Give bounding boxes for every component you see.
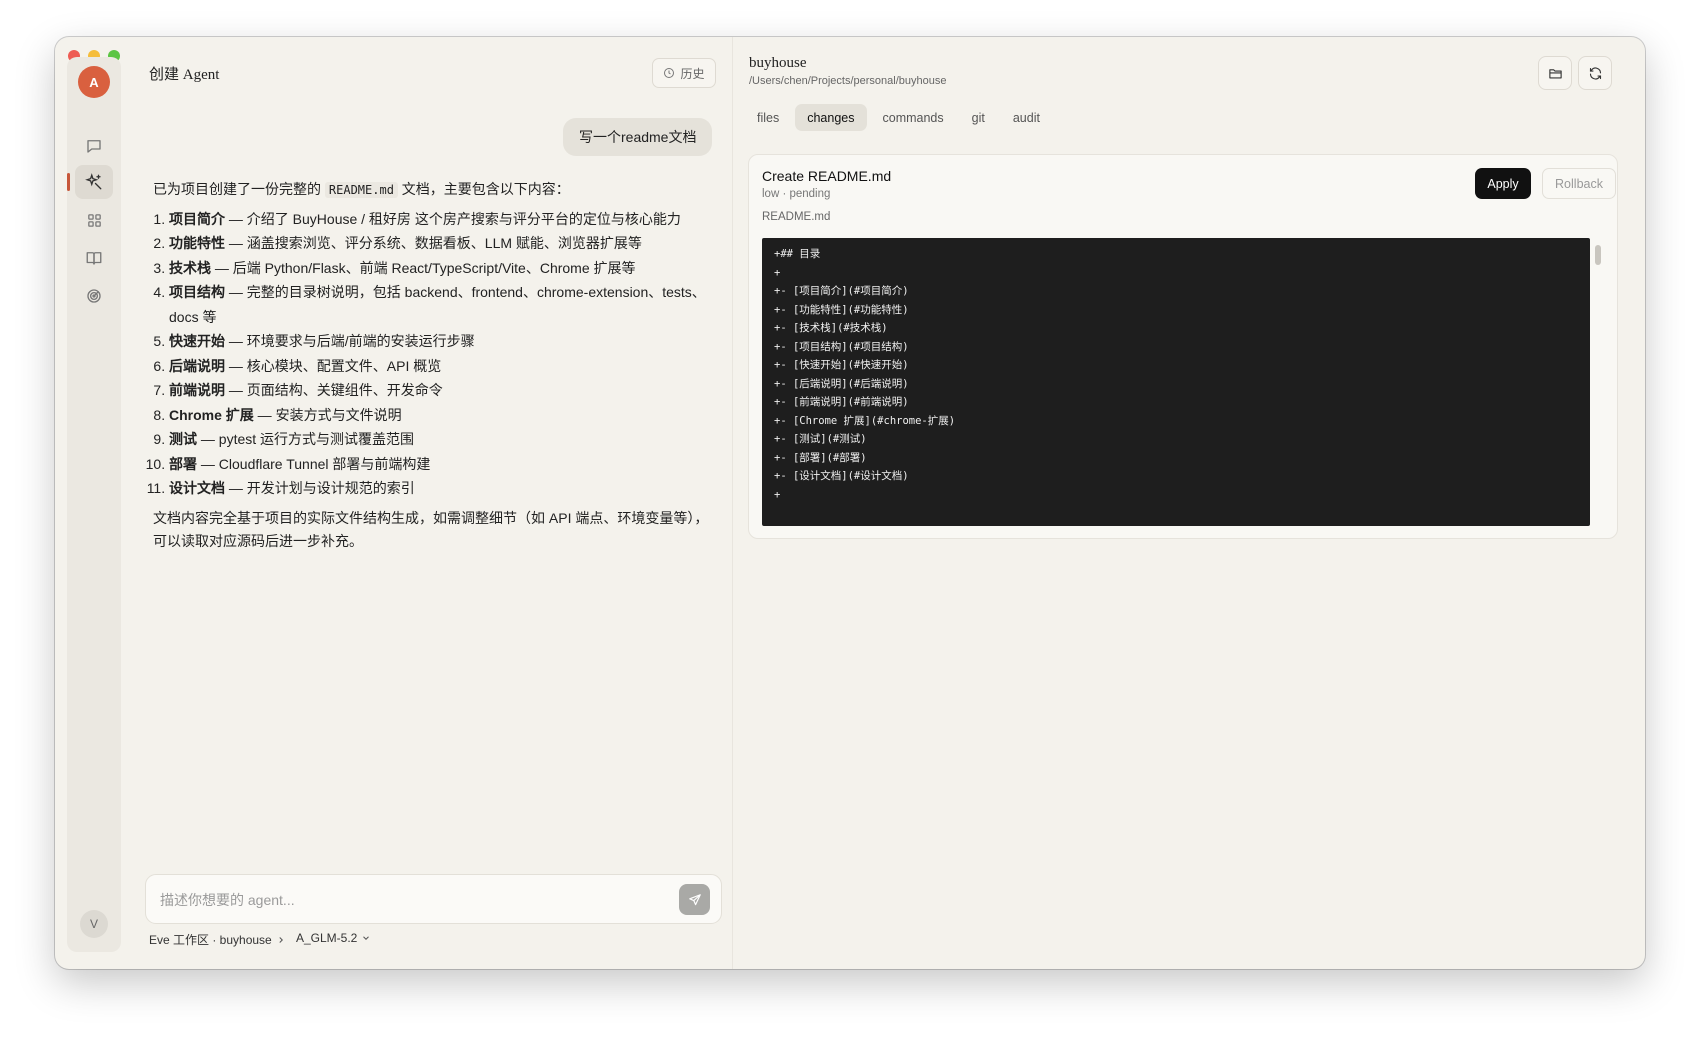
list-item: 测试 — pytest 运行方式与测试覆盖范围	[169, 427, 713, 452]
sparkle-agent-icon	[85, 173, 102, 190]
agent-prompt-input[interactable]	[158, 887, 652, 913]
agent-chat-panel: 创建 Agent 历史 写一个readme文档 已为项目创建了一份完整的 REA…	[133, 37, 733, 969]
refresh-icon	[1589, 67, 1601, 79]
diff-line: +- [后端说明](#后端说明)	[774, 377, 909, 390]
model-selector[interactable]: A_GLM-5.2	[296, 931, 371, 945]
avatar[interactable]: A	[78, 66, 110, 98]
sidebar-item-chat[interactable]	[75, 129, 113, 163]
send-button[interactable]	[679, 884, 710, 915]
list-item: 项目简介 — 介绍了 BuyHouse / 租好房 这个房产搜索与评分平台的定位…	[169, 207, 713, 232]
chevron-down-icon	[363, 936, 370, 940]
list-item: 快速开始 — 环境要求与后端/前端的安装运行步骤	[169, 329, 713, 354]
clock-icon	[664, 68, 675, 78]
reply-intro-text: 已为项目创建了一份完整的	[153, 181, 325, 197]
list-item: 前端说明 — 页面结构、关键组件、开发命令	[169, 378, 713, 403]
sidebar-item-apps[interactable]	[75, 203, 113, 237]
workspace-selector[interactable]: Eve 工作区 · buyhouse	[149, 931, 286, 948]
folder-icon	[1548, 68, 1562, 78]
diff-line: +- [项目简介](#项目简介)	[774, 285, 909, 297]
user-message: 写一个readme文档	[563, 118, 713, 156]
diff-line: +## 目录	[774, 248, 821, 260]
radar-icon	[87, 289, 101, 303]
diff-line: +- [功能特性](#功能特性)	[774, 303, 909, 316]
chevron-right-icon	[279, 936, 283, 943]
apply-button[interactable]: Apply	[1475, 168, 1531, 199]
diff-line: +- [快速开始](#快速开始)	[774, 359, 909, 371]
sidebar-item-radar[interactable]	[75, 279, 113, 313]
list-item: 设计文档 — 开发计划与设计规范的索引	[169, 476, 713, 501]
sidebar-item-create-agent[interactable]	[67, 165, 113, 199]
tab-files[interactable]: files	[745, 104, 791, 131]
page-title: 创建 Agent	[149, 67, 220, 83]
model-label: A_GLM-5.2	[296, 931, 358, 945]
sidebar-rail: A V	[67, 57, 121, 952]
rollback-button[interactable]: Rollback	[1542, 168, 1616, 199]
list-item: 部署 — Cloudflare Tunnel 部署与前端构建	[169, 452, 713, 477]
diff-line: +- [Chrome 扩展](#chrome-扩展)	[774, 414, 956, 427]
diff-line: +- [前端说明](#前端说明)	[774, 396, 909, 408]
history-label: 历史	[680, 66, 705, 81]
tab-commands[interactable]: commands	[871, 104, 956, 131]
history-button[interactable]: 历史	[652, 58, 716, 88]
open-folder-button[interactable]	[1538, 56, 1572, 90]
book-icon	[86, 252, 102, 265]
list-item: 后端说明 — 核心模块、配置文件、API 概览	[169, 354, 713, 379]
diff-line: +- [测试](#测试)	[774, 433, 867, 445]
chat-icon	[87, 140, 101, 153]
send-icon	[688, 893, 701, 905]
user-avatar[interactable]: V	[80, 910, 108, 938]
app-window: A V 创建 Agent 历史 写一个readme文档 已为项目创建了一份完整的…	[55, 37, 1645, 969]
diff-line: +	[774, 266, 781, 279]
diff-line: +	[774, 488, 781, 501]
diff-line: +- [设计文档](#设计文档)	[774, 470, 909, 482]
project-panel: buyhouse /Users/chen/Projects/personal/b…	[733, 37, 1645, 969]
tab-changes[interactable]: changes	[795, 104, 867, 131]
reply-intro: 已为项目创建了一份完整的 README.md 文档，主要包含以下内容：	[153, 177, 713, 203]
change-title: Create README.md	[762, 168, 892, 184]
project-name: buyhouse	[749, 55, 807, 71]
agent-prompt-box	[145, 874, 722, 924]
diff-line: +- [技术栈](#技术栈)	[774, 322, 888, 334]
reply-intro-text-after: 文档，主要包含以下内容：	[397, 181, 570, 197]
diff-line: +- [部署](#部署)	[774, 451, 867, 464]
change-card: Create README.md low · pending README.md…	[748, 154, 1618, 539]
tab-audit[interactable]: audit	[1001, 104, 1052, 131]
sidebar-item-library[interactable]	[75, 241, 113, 275]
workspace-label: Eve 工作区 · buyhouse	[149, 933, 272, 947]
tab-git[interactable]: git	[960, 104, 997, 131]
diff-viewer: +## 目录 + +- [项目简介](#项目简介) +- [功能特性](#功能特…	[762, 238, 1590, 526]
reply-intro-code: README.md	[324, 182, 398, 198]
tab-bar: files changes commands git audit	[745, 104, 1052, 131]
grid-apps-icon	[87, 213, 101, 227]
change-file-name: README.md	[762, 211, 831, 223]
diff-line: +- [项目结构](#项目结构)	[774, 340, 909, 353]
list-item: Chrome 扩展 — 安装方式与文件说明	[169, 403, 713, 428]
refresh-button[interactable]	[1578, 56, 1612, 90]
reply-list: 项目简介 — 介绍了 BuyHouse / 租好房 这个房产搜索与评分平台的定位…	[153, 207, 713, 501]
list-item: 技术栈 — 后端 Python/Flask、前端 React/TypeScrip…	[169, 256, 713, 281]
reply-closing: 文档内容完全基于项目的实际文件结构生成，如需调整细节（如 API 端点、环境变量…	[153, 509, 709, 549]
project-path: /Users/chen/Projects/personal/buyhouse	[749, 75, 947, 87]
change-status: low · pending	[762, 188, 831, 200]
assistant-reply: 已为项目创建了一份完整的 README.md 文档，主要包含以下内容： 项目简介…	[153, 177, 713, 553]
list-item: 项目结构 — 完整的目录树说明，包括 backend、frontend、chro…	[169, 280, 713, 329]
diff-scrollbar[interactable]	[1595, 245, 1601, 265]
list-item: 功能特性 — 涵盖搜索浏览、评分系统、数据看板、LLM 赋能、浏览器扩展等	[169, 231, 713, 256]
